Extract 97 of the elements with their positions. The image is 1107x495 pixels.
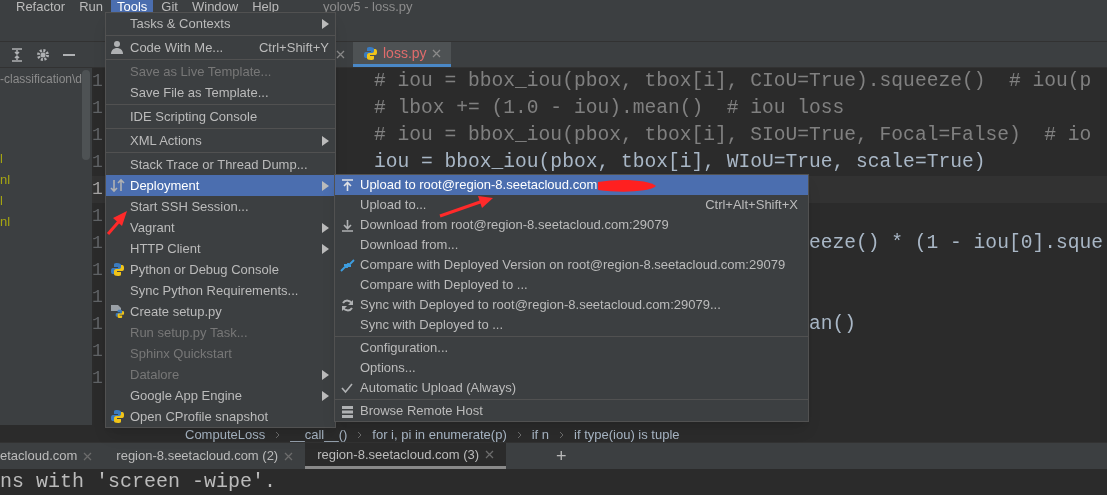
- project-path: -classification\d: [0, 71, 83, 88]
- menu-item[interactable]: Google App Engine: [106, 385, 335, 406]
- code-line: # lbox += (1.0 - iou).mean() # iou loss: [374, 95, 845, 121]
- breadcrumb-item[interactable]: if type(iou) is tuple: [574, 427, 680, 442]
- menu-item[interactable]: Save File as Template...: [106, 82, 335, 103]
- person-icon: [110, 40, 125, 55]
- chevron-icon: [516, 431, 522, 439]
- collapse-icon[interactable]: [10, 47, 24, 62]
- menu-item[interactable]: Open CProfile snapshot: [106, 406, 335, 427]
- terminal-tab[interactable]: region-8.seetacloud.com (3): [305, 443, 507, 469]
- compare-arrows-icon: [340, 257, 355, 273]
- menu-item[interactable]: Download from root@region-8.seetacloud.com:29079: [335, 215, 808, 235]
- menu-item[interactable]: Configuration...: [335, 338, 808, 358]
- chevron-icon: [559, 431, 565, 439]
- terminal-tab[interactable]: region-8.seetacloud.com (2): [104, 443, 306, 469]
- file-name[interactable]: l: [0, 190, 3, 211]
- code-line: # iou = bbox_iou(pbox, tbox[i], CIoU=True).squeeze() # iou(p: [374, 68, 1092, 94]
- download-icon: [340, 217, 355, 233]
- line-number: 1: [92, 340, 104, 363]
- submenu-arrow-icon: [322, 135, 329, 146]
- menu-item[interactable]: Sync with Deployed to ...: [335, 315, 808, 335]
- window-title: yolov5 - loss.py: [323, 0, 413, 14]
- add-tab-button[interactable]: +: [556, 442, 567, 470]
- line-number: 1: [92, 178, 104, 201]
- up-down-arrows-icon: [110, 178, 125, 193]
- line-number: 1: [92, 367, 104, 390]
- submenu-arrow-icon: [322, 222, 329, 233]
- menu-item[interactable]: Code With Me... Ctrl+Shift+Y: [106, 37, 335, 58]
- menu-item[interactable]: Deployment: [106, 175, 335, 196]
- menu-item[interactable]: XML Actions: [106, 130, 335, 151]
- upload-icon: [340, 177, 355, 193]
- menu-item[interactable]: Automatic Upload (Always): [335, 378, 808, 398]
- breadcrumb-item[interactable]: for i, pi in enumerate(p): [372, 427, 507, 442]
- close-icon[interactable]: [284, 451, 294, 461]
- menu-item[interactable]: Upload to... Ctrl+Alt+Shift+X: [335, 195, 808, 215]
- code-line: an(): [809, 311, 857, 337]
- code-line: eeze() * (1 - iou[0].sque: [809, 230, 1103, 256]
- code-line: iou = bbox_iou(pbox, tbox[i], WIoU=True, scale=True): [374, 149, 986, 175]
- line-number: 1: [92, 70, 104, 93]
- breadcrumb-item[interactable]: __call__(): [290, 427, 348, 442]
- menu-item[interactable]: Python or Debug Console: [106, 259, 335, 280]
- python-file-icon: [110, 304, 125, 319]
- menu-item[interactable]: Sync with Deployed to root@region-8.seetacloud.com:29079...: [335, 295, 808, 315]
- submenu-arrow-icon: [322, 390, 329, 401]
- menu-item[interactable]: Download from...: [335, 235, 808, 255]
- line-number: 1: [92, 97, 104, 120]
- menu-item[interactable]: Compare with Deployed Version on root@region-8.seetacloud.com:29079: [335, 255, 808, 275]
- menu-item[interactable]: Stack Trace or Thread Dump...: [106, 154, 335, 175]
- submenu-arrow-icon: [322, 18, 329, 29]
- python-icon: [110, 409, 125, 424]
- file-name[interactable]: l: [0, 148, 3, 169]
- close-icon[interactable]: [336, 50, 345, 59]
- line-number: 1: [92, 232, 104, 255]
- line-number: 1: [92, 259, 104, 282]
- menu-item[interactable]: Upload to root@region-8.seetacloud.com: [335, 175, 808, 195]
- menu-item[interactable]: Compare with Deployed to ...: [335, 275, 808, 295]
- redaction-mark: [598, 179, 656, 192]
- breadcrumb-item[interactable]: ComputeLoss: [185, 427, 266, 442]
- menu-item[interactable]: Tasks & Contexts: [106, 13, 335, 34]
- terminal-tab[interactable]: etacloud.com: [0, 443, 105, 469]
- menu-bar-item[interactable]: Window: [186, 0, 245, 14]
- line-number: 1: [92, 151, 104, 174]
- menu-item[interactable]: Options...: [335, 358, 808, 378]
- submenu-arrow-icon: [322, 180, 329, 191]
- menu-item[interactable]: Sync Python Requirements...: [106, 280, 335, 301]
- annotation-arrow: [106, 211, 127, 235]
- menu-bar-item[interactable]: Git: [155, 0, 184, 14]
- breadcrumb-item[interactable]: if n: [531, 427, 550, 442]
- chevron-icon: [275, 431, 281, 439]
- line-number: 1: [92, 205, 104, 228]
- menu-item[interactable]: Create setup.py: [106, 301, 335, 322]
- menu-bar-item[interactable]: Refactor: [10, 0, 72, 14]
- menu-item[interactable]: Start SSH Session...: [106, 196, 335, 217]
- line-number: 1: [92, 286, 104, 309]
- menu-item[interactable]: HTTP Client: [106, 238, 335, 259]
- annotation-arrow: [439, 196, 493, 218]
- line-number: 1: [92, 313, 104, 336]
- menu-item[interactable]: Vagrant: [106, 217, 335, 238]
- file-name[interactable]: nl: [0, 169, 11, 190]
- python-icon: [363, 45, 378, 61]
- menu-item[interactable]: Browse Remote Host: [335, 401, 808, 421]
- close-icon[interactable]: [485, 450, 495, 459]
- close-icon[interactable]: [431, 48, 441, 58]
- submenu-arrow-icon: [322, 369, 329, 380]
- sync-icon: [340, 297, 355, 313]
- menu-bar-item[interactable]: Help: [246, 0, 285, 14]
- menu-bar-item[interactable]: Run: [73, 0, 109, 14]
- server-icon: [340, 403, 355, 419]
- menu-item[interactable]: IDE Scripting Console: [106, 106, 335, 127]
- file-name[interactable]: nl: [0, 211, 11, 232]
- python-icon: [110, 262, 125, 277]
- line-number: 1: [92, 124, 104, 147]
- submenu-arrow-icon: [322, 243, 329, 254]
- chevron-icon: [357, 431, 363, 439]
- code-line: # iou = bbox_iou(pbox, tbox[i], SIoU=True, Focal=False) # io: [374, 122, 1092, 148]
- settings-icon[interactable]: [36, 47, 50, 62]
- close-icon[interactable]: [83, 451, 93, 461]
